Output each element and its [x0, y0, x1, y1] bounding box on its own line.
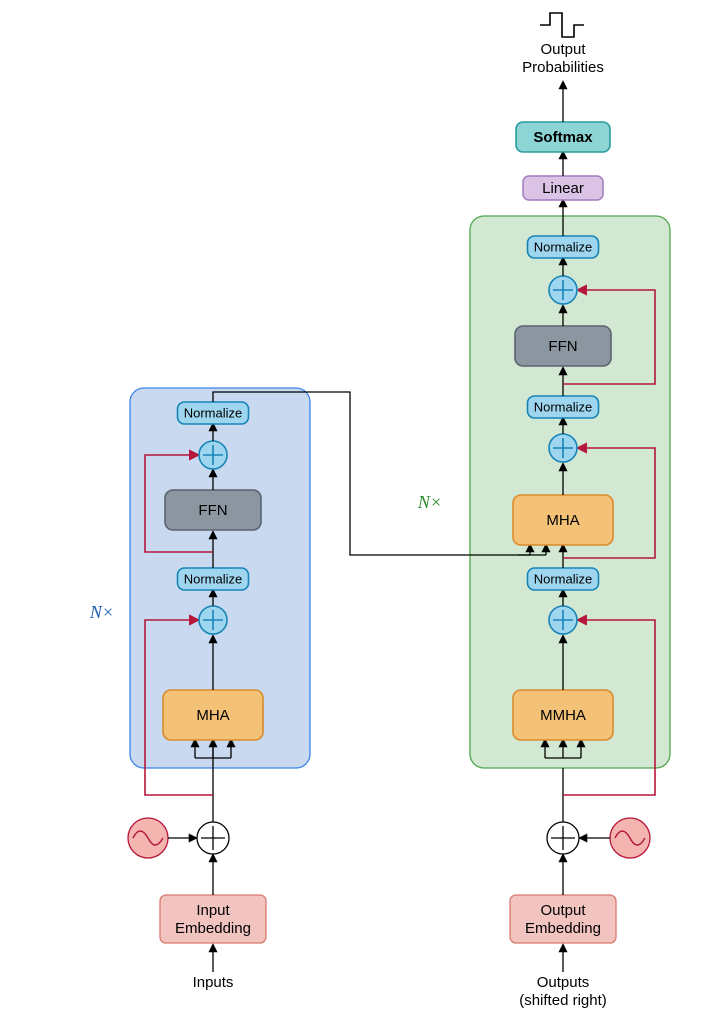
output-embedding-label-1: Output [540, 902, 586, 919]
encoder-inputs-label: Inputs [193, 974, 234, 991]
linear-label: Linear [542, 180, 584, 197]
positional-encoding-encoder [128, 818, 168, 858]
encoder-norm-1-label: Normalize [184, 571, 243, 586]
encoder-norm-2-label: Normalize [184, 405, 243, 420]
decoder-norm-2-label: Normalize [534, 399, 593, 414]
positional-encoding-decoder [610, 818, 650, 858]
decoder-norm-1-label: Normalize [534, 571, 593, 586]
encoder-mha-label: MHA [196, 707, 229, 724]
add-node-pe-encoder [197, 822, 229, 854]
input-embedding-label-2: Embedding [175, 920, 251, 937]
output-embedding-label-2: Embedding [525, 920, 601, 937]
input-embedding-label-1: Input [196, 902, 230, 919]
add-node-encoder-2 [199, 441, 227, 469]
output-prob-label-1: Output [540, 41, 586, 58]
add-node-decoder-2 [549, 434, 577, 462]
decoder-cross-mha-label: MHA [546, 512, 579, 529]
decoder-ffn-label: FFN [548, 338, 577, 355]
output-waveform-icon [540, 13, 584, 37]
encoder-repeat-label: N× [89, 602, 114, 622]
add-node-decoder-1 [549, 606, 577, 634]
encoder-ffn-label: FFN [198, 502, 227, 519]
add-node-pe-decoder [547, 822, 579, 854]
add-node-encoder-1 [199, 606, 227, 634]
decoder-repeat-label: N× [417, 492, 442, 512]
decoder-outputs-label-1: Outputs [537, 974, 590, 991]
decoder-norm-3-label: Normalize [534, 239, 593, 254]
softmax-label: Softmax [533, 129, 593, 146]
decoder-mmha-label: MMHA [540, 707, 586, 724]
transformer-diagram: N× N× Inputs Input Embedding MHA Normali… [0, 0, 723, 1024]
add-node-decoder-3 [549, 276, 577, 304]
decoder-outputs-label-2: (shifted right) [519, 992, 607, 1009]
output-prob-label-2: Probabilities [522, 59, 604, 76]
